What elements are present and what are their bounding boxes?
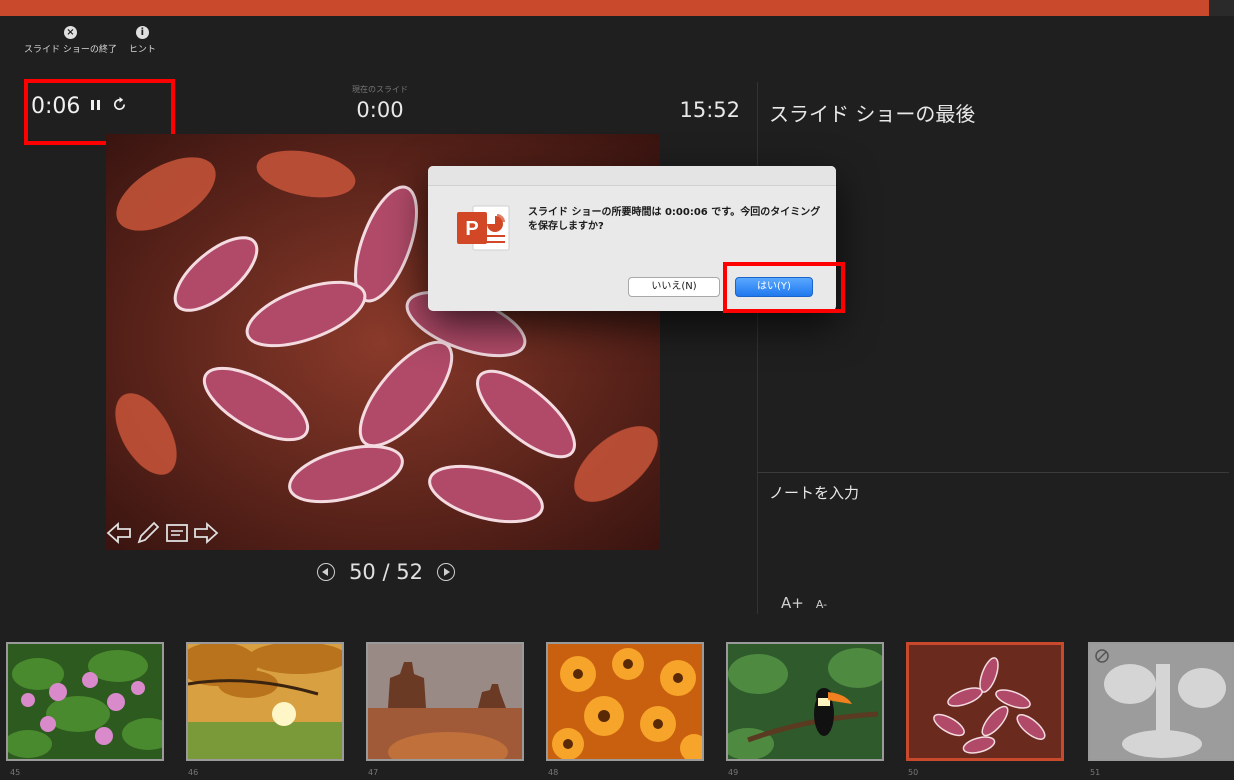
- slide-tools: [106, 520, 219, 546]
- close-circle-icon: ×: [63, 26, 77, 39]
- autumn-tree-image: [188, 644, 342, 759]
- subtitle-toggle-button[interactable]: [164, 520, 190, 546]
- dialog-message: スライド ショーの所要時間は 0:00:06 です。今回のタイミングを保存します…: [528, 207, 821, 232]
- current-slide-time: 0:00: [356, 98, 404, 122]
- xray-image: [1090, 644, 1232, 759]
- next-arrow-button[interactable]: [193, 520, 219, 546]
- slideshow-progress-fill: [0, 0, 1210, 16]
- orange-flowers-image: [548, 644, 702, 759]
- powerpoint-icon: P: [455, 202, 513, 254]
- pause-button[interactable]: [90, 99, 102, 115]
- notes-input[interactable]: ノートを入力: [769, 482, 859, 503]
- info-icon: i: [135, 26, 149, 39]
- previous-arrow-button[interactable]: [106, 520, 132, 546]
- slide-thumbnail-48[interactable]: [546, 642, 704, 761]
- slide-counter: 50 / 52: [349, 560, 423, 584]
- slide-thumbnail-50[interactable]: [906, 642, 1064, 761]
- arrow-left-icon: [106, 521, 131, 545]
- slide-thumbnail-51[interactable]: [1088, 642, 1234, 761]
- subtitle-icon: [166, 524, 188, 542]
- slide-thumbnail-47[interactable]: [366, 642, 524, 761]
- clock-time: 15:52: [679, 98, 740, 122]
- restart-timer-button[interactable]: [112, 97, 127, 116]
- slide-number-49: 49: [728, 768, 739, 777]
- pen-tool-button[interactable]: [135, 520, 161, 546]
- presenter-toolbar: × スライド ショーの終了 i ヒント: [24, 26, 156, 55]
- rehearsal-timer: 0:06: [31, 94, 127, 119]
- decrease-font-button[interactable]: A-: [816, 598, 827, 611]
- frosted-leaves-thumbnail-image: [909, 645, 1061, 758]
- toucan-image: [728, 644, 882, 759]
- next-slide-title: スライド ショーの最後: [769, 102, 976, 126]
- yes-button[interactable]: はい(Y): [735, 277, 813, 297]
- slide-number-47: 47: [368, 768, 379, 777]
- svg-text:P: P: [465, 218, 478, 240]
- slide-number-51: 51: [1090, 768, 1101, 777]
- slide-thumbnail-46[interactable]: [186, 642, 344, 761]
- pause-icon: [91, 99, 101, 110]
- save-timing-dialog: P スライド ショーの所要時間は 0:00:06 です。今回のタイミングを保存し…: [428, 166, 836, 311]
- slide-filmstrip: 45 46 47 48 49 50 51: [0, 630, 1234, 780]
- notes-divider[interactable]: [757, 472, 1229, 473]
- restart-icon: [114, 97, 126, 110]
- hint-label: ヒント: [128, 45, 156, 55]
- slideshow-progress-bar: [0, 0, 1234, 16]
- slide-number-45: 45: [10, 768, 21, 777]
- no-button[interactable]: いいえ(N): [628, 277, 720, 297]
- arrow-right-icon: [194, 521, 219, 545]
- end-slideshow-button[interactable]: × スライド ショーの終了: [24, 26, 117, 55]
- dialog-titlebar: [428, 166, 836, 186]
- desert-mesa-image: [368, 644, 522, 759]
- lotus-flowers-image: [8, 644, 162, 759]
- increase-font-button[interactable]: A+: [781, 594, 804, 612]
- hint-button[interactable]: i ヒント: [129, 26, 156, 55]
- pane-divider: [757, 82, 758, 614]
- next-slide-button[interactable]: [436, 563, 455, 581]
- pen-icon: [137, 521, 160, 544]
- previous-slide-button[interactable]: [317, 563, 336, 581]
- end-slideshow-label: スライド ショーの終了: [24, 45, 117, 55]
- slide-number-48: 48: [548, 768, 559, 777]
- slide-thumbnail-49[interactable]: [726, 642, 884, 761]
- slide-number-46: 46: [188, 768, 199, 777]
- font-size-controls: A+ A-: [781, 594, 827, 612]
- slide-navigation: 50 / 52: [296, 560, 476, 584]
- elapsed-time: 0:06: [31, 94, 81, 119]
- slide-number-50: 50: [908, 768, 919, 777]
- current-slide-label: 現在のスライド: [352, 85, 408, 94]
- slide-thumbnail-45[interactable]: [6, 642, 164, 761]
